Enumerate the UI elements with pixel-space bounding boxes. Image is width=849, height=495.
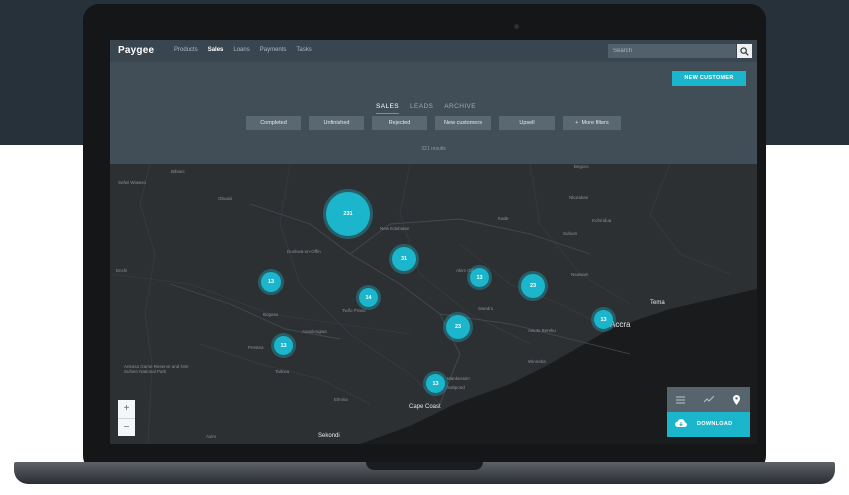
map-pin-icon	[732, 394, 740, 405]
place-label: Elmina	[334, 397, 348, 402]
nav-products[interactable]: Products	[174, 47, 198, 53]
search-button[interactable]	[737, 44, 752, 58]
place-label: Enchi	[116, 268, 128, 273]
results-count: 321 results	[421, 146, 446, 152]
filter-upsell[interactable]: Upsell	[499, 116, 555, 130]
search-input[interactable]	[608, 44, 736, 58]
zoom-out-button[interactable]: −	[118, 419, 135, 437]
place-label: Tarkwa	[275, 369, 290, 374]
place-label: Prestea	[248, 345, 264, 350]
download-button[interactable]: DOWNLOAD	[667, 412, 750, 437]
place-label: Axim	[206, 434, 216, 439]
place-label: Mankessim	[447, 376, 470, 381]
nav-payments[interactable]: Payments	[260, 47, 287, 53]
place-label: Suhum	[563, 231, 578, 236]
map-cluster[interactable]: 23	[521, 274, 545, 298]
nav-loans[interactable]: Loans	[233, 47, 249, 53]
map-cluster[interactable]: 23	[446, 315, 470, 339]
filter-completed[interactable]: Completed	[246, 116, 301, 130]
sales-panel: NEW CUSTOMER SALES LEADS ARCHIVE Complet…	[110, 62, 757, 164]
place-label: Sekondi	[318, 433, 340, 439]
place-label: Bibiani	[171, 169, 185, 174]
tab-leads[interactable]: LEADS	[410, 103, 433, 114]
place-label: Awutu Bereku	[528, 328, 556, 333]
camera	[514, 24, 519, 29]
chart-view-button[interactable]	[695, 387, 723, 412]
nav-links: Products Sales Loans Payments Tasks	[174, 47, 312, 53]
zoom-in-button[interactable]: +	[118, 400, 135, 418]
laptop-notch	[366, 462, 483, 470]
map-cluster[interactable]: 231	[326, 192, 370, 236]
new-customer-button[interactable]: NEW CUSTOMER	[672, 71, 746, 86]
map-cluster[interactable]: 13	[274, 336, 293, 355]
place-label: Winneba	[528, 359, 546, 364]
place-label: Kade	[498, 216, 509, 221]
map-cluster[interactable]: 31	[392, 247, 416, 271]
map-cluster[interactable]: 13	[470, 268, 489, 287]
nav-tasks[interactable]: Tasks	[296, 47, 311, 53]
zoom-controls: + −	[118, 400, 135, 436]
top-nav: Paygee Products Sales Loans Payments Tas…	[110, 40, 757, 62]
list-view-icon	[676, 396, 686, 403]
map-cluster[interactable]: 13	[594, 310, 613, 329]
map-view-button[interactable]	[722, 387, 750, 412]
place-label: Asankragwa	[302, 329, 327, 334]
filter-rejected[interactable]: Rejected	[372, 116, 427, 130]
filter-unfinished[interactable]: Unfinished	[309, 116, 364, 130]
map-cluster[interactable]: 14	[359, 288, 378, 307]
place-label: Bogoso	[263, 312, 279, 317]
more-filters-label: More filters	[581, 120, 609, 126]
place-label: Accra	[610, 320, 631, 329]
place-label: Swedru	[478, 306, 494, 311]
list-view-button[interactable]	[667, 387, 695, 412]
tabs: SALES LEADS ARCHIVE	[376, 103, 476, 114]
place-label: Koforidua	[592, 218, 612, 223]
place-label: Nsawam	[571, 272, 589, 277]
place-label: Sefwi Wiawso	[118, 180, 147, 185]
place-label: Begoro	[574, 164, 589, 169]
place-label: Nkurakan	[569, 195, 589, 200]
filter-new-customers[interactable]: New customers	[435, 116, 491, 130]
place-label: Saltpond	[447, 385, 465, 390]
cloud-download-icon	[675, 419, 687, 427]
map-cluster[interactable]: 13	[426, 374, 445, 393]
screen: Paygee Products Sales Loans Payments Tas…	[110, 40, 757, 444]
search-icon	[740, 47, 749, 56]
place-label: Tema	[650, 300, 665, 306]
more-filters-button[interactable]: + More filters	[563, 116, 621, 130]
nav-sales[interactable]: Sales	[208, 47, 224, 53]
tab-sales[interactable]: SALES	[376, 103, 399, 114]
app-logo[interactable]: Paygee	[118, 45, 154, 56]
place-label: Cape Coast	[409, 404, 441, 410]
map[interactable]: Bibiani Sefwi Wiawso Obuasi Enchi Dunkwa…	[110, 164, 757, 444]
place-label: Ankasa Game Reserve and Nini-Suhien Nati…	[124, 364, 190, 374]
view-panel: DOWNLOAD	[667, 387, 750, 437]
download-label: DOWNLOAD	[697, 421, 733, 427]
place-label: Obuasi	[218, 196, 233, 201]
chart-view-icon	[703, 396, 714, 403]
place-label: Twifo Praso	[342, 308, 366, 313]
tab-archive[interactable]: ARCHIVE	[444, 103, 476, 114]
filter-bar: Completed Unfinished Rejected New custom…	[246, 116, 621, 130]
map-cluster[interactable]: 13	[261, 272, 281, 292]
place-label: Dunkwa-on-Offin	[287, 249, 321, 254]
view-toggle	[667, 387, 750, 412]
place-label: New Edubiase	[380, 226, 410, 231]
